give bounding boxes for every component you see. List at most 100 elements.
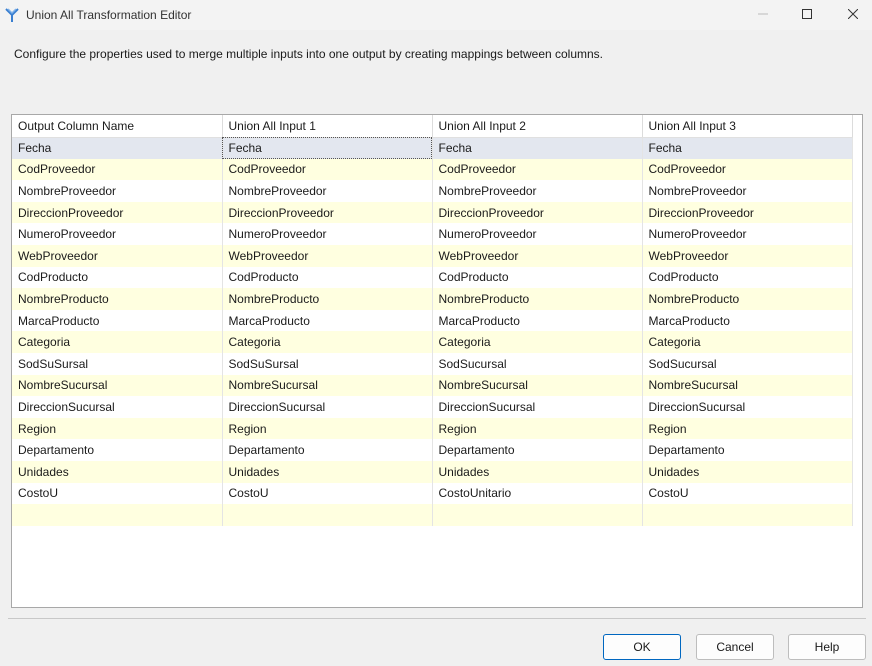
- input-2-cell[interactable]: CostoUnitario: [432, 482, 643, 505]
- input-1-cell[interactable]: CostoU: [222, 482, 433, 505]
- output-column-cell[interactable]: Unidades: [12, 460, 223, 483]
- cancel-button[interactable]: Cancel: [696, 634, 774, 660]
- input-1-cell[interactable]: DireccionSucursal: [222, 396, 433, 418]
- input-3-cell[interactable]: SodSucursal: [642, 352, 853, 375]
- input-3-cell[interactable]: [642, 504, 853, 526]
- input-1-cell[interactable]: NombreProveedor: [222, 180, 433, 202]
- output-column-cell[interactable]: NombreProducto: [12, 288, 223, 310]
- input-3-cell[interactable]: CostoU: [642, 482, 853, 505]
- output-column-cell[interactable]: [12, 504, 223, 526]
- output-column-cell[interactable]: MarcaProducto: [12, 309, 223, 332]
- close-button[interactable]: [830, 0, 872, 30]
- input-1-cell[interactable]: Region: [222, 417, 433, 440]
- table-row[interactable]: DireccionProveedor DireccionProveedor Dire…: [12, 201, 853, 224]
- input-3-cell[interactable]: Categoria: [642, 331, 853, 353]
- table-row[interactable]: [12, 504, 853, 526]
- output-column-cell[interactable]: WebProveedor: [12, 244, 223, 267]
- input-2-cell[interactable]: Fecha: [432, 137, 643, 159]
- minimize-button[interactable]: [740, 0, 786, 30]
- table-row[interactable]: SodSuSursal SodSuSursal SodSucursal SodSucu…: [12, 352, 853, 375]
- output-column-cell[interactable]: SodSuSursal: [12, 352, 223, 375]
- table-row[interactable]: NumeroProveedor NumeroProveedor NumeroProv…: [12, 223, 853, 245]
- input-1-cell[interactable]: NumeroProveedor: [222, 223, 433, 245]
- help-button[interactable]: Help: [788, 634, 866, 660]
- ok-button[interactable]: OK: [603, 634, 681, 660]
- input-1-cell[interactable]: NombreProducto: [222, 288, 433, 310]
- input-1-cell[interactable]: Departamento: [222, 439, 433, 461]
- table-row[interactable]: Departamento Departamento Departamento Depa…: [12, 439, 853, 461]
- input-2-cell[interactable]: WebProveedor: [432, 244, 643, 267]
- output-column-cell[interactable]: NombreSucursal: [12, 374, 223, 397]
- table-row[interactable]: CodProveedor CodProveedor CodProveedor CodP…: [12, 158, 853, 181]
- input-2-cell[interactable]: Departamento: [432, 439, 643, 461]
- output-column-cell[interactable]: Departamento: [12, 439, 223, 461]
- table-row[interactable]: DireccionSucursal DireccionSucursal Direcc…: [12, 396, 853, 418]
- input-2-cell[interactable]: CodProveedor: [432, 158, 643, 181]
- header-union-all-input-3[interactable]: Union All Input 3: [642, 115, 853, 138]
- input-3-cell[interactable]: CodProducto: [642, 266, 853, 289]
- table-row[interactable]: WebProveedor WebProveedor WebProveedor WebP…: [12, 244, 853, 267]
- output-column-cell[interactable]: Fecha: [12, 137, 223, 159]
- table-row[interactable]: NombreProducto NombreProducto NombreProduc…: [12, 288, 853, 310]
- input-3-cell[interactable]: Unidades: [642, 460, 853, 483]
- input-2-cell[interactable]: Unidades: [432, 460, 643, 483]
- input-1-cell[interactable]: Unidades: [222, 460, 433, 483]
- table-row[interactable]: Fecha Fecha Fecha Fecha: [12, 137, 853, 159]
- input-1-cell[interactable]: CodProveedor: [222, 158, 433, 181]
- output-column-cell[interactable]: DireccionProveedor: [12, 201, 223, 224]
- input-2-cell[interactable]: Categoria: [432, 331, 643, 353]
- input-2-cell[interactable]: NombreProducto: [432, 288, 643, 310]
- input-3-cell[interactable]: NumeroProveedor: [642, 223, 853, 245]
- table-row[interactable]: Region Region Region Region: [12, 417, 853, 440]
- input-2-cell[interactable]: NombreProveedor: [432, 180, 643, 202]
- header-union-all-input-1[interactable]: Union All Input 1: [222, 115, 433, 138]
- input-1-cell[interactable]: NombreSucursal: [222, 374, 433, 397]
- output-column-cell[interactable]: CostoU: [12, 482, 223, 505]
- input-1-cell[interactable]: DireccionProveedor: [222, 201, 433, 224]
- input-2-cell[interactable]: NombreSucursal: [432, 374, 643, 397]
- input-1-cell[interactable]: Fecha: [222, 137, 433, 159]
- input-3-cell[interactable]: DireccionSucursal: [642, 396, 853, 418]
- output-column-cell[interactable]: Categoria: [12, 331, 223, 353]
- input-2-cell[interactable]: DireccionSucursal: [432, 396, 643, 418]
- input-1-cell[interactable]: CodProducto: [222, 266, 433, 289]
- input-2-cell[interactable]: NumeroProveedor: [432, 223, 643, 245]
- output-column-cell[interactable]: DireccionSucursal: [12, 396, 223, 418]
- input-2-cell[interactable]: MarcaProducto: [432, 309, 643, 332]
- table-row[interactable]: CodProducto CodProducto CodProducto CodProd…: [12, 266, 853, 289]
- output-column-cell[interactable]: CodProducto: [12, 266, 223, 289]
- input-3-cell[interactable]: Fecha: [642, 137, 853, 159]
- input-3-cell[interactable]: MarcaProducto: [642, 309, 853, 332]
- table-row[interactable]: Unidades Unidades Unidades Unidades: [12, 460, 853, 483]
- input-3-cell[interactable]: Region: [642, 417, 853, 440]
- input-1-cell[interactable]: Categoria: [222, 331, 433, 353]
- input-2-cell[interactable]: DireccionProveedor: [432, 201, 643, 224]
- table-row[interactable]: NombreSucursal NombreSucursal NombreSucurs…: [12, 374, 853, 397]
- table-row[interactable]: CostoU CostoU CostoUnitario CostoU: [12, 482, 853, 505]
- input-3-cell[interactable]: NombreProveedor: [642, 180, 853, 202]
- input-1-cell[interactable]: SodSuSursal: [222, 352, 433, 375]
- input-2-cell[interactable]: Region: [432, 417, 643, 440]
- header-output-column-name[interactable]: Output Column Name: [12, 115, 223, 138]
- output-column-cell[interactable]: Region: [12, 417, 223, 440]
- input-3-cell[interactable]: CodProveedor: [642, 158, 853, 181]
- input-1-cell[interactable]: MarcaProducto: [222, 309, 433, 332]
- input-1-cell[interactable]: WebProveedor: [222, 244, 433, 267]
- table-row[interactable]: MarcaProducto MarcaProducto MarcaProducto M…: [12, 309, 853, 332]
- output-column-cell[interactable]: CodProveedor: [12, 158, 223, 181]
- input-3-cell[interactable]: WebProveedor: [642, 244, 853, 267]
- output-column-cell[interactable]: NombreProveedor: [12, 180, 223, 202]
- column-mapping-grid[interactable]: Output Column Name Union All Input 1 Uni…: [11, 114, 863, 608]
- input-3-cell[interactable]: Departamento: [642, 439, 853, 461]
- input-2-cell[interactable]: SodSucursal: [432, 352, 643, 375]
- table-row[interactable]: NombreProveedor NombreProveedor NombreProv…: [12, 180, 853, 202]
- input-3-cell[interactable]: DireccionProveedor: [642, 201, 853, 224]
- input-2-cell[interactable]: CodProducto: [432, 266, 643, 289]
- input-3-cell[interactable]: NombreProducto: [642, 288, 853, 310]
- input-2-cell[interactable]: [432, 504, 643, 526]
- table-row[interactable]: Categoria Categoria Categoria Categoria: [12, 331, 853, 353]
- header-union-all-input-2[interactable]: Union All Input 2: [432, 115, 643, 138]
- input-3-cell[interactable]: NombreSucursal: [642, 374, 853, 397]
- input-1-cell[interactable]: [222, 504, 433, 526]
- maximize-button[interactable]: [784, 0, 830, 30]
